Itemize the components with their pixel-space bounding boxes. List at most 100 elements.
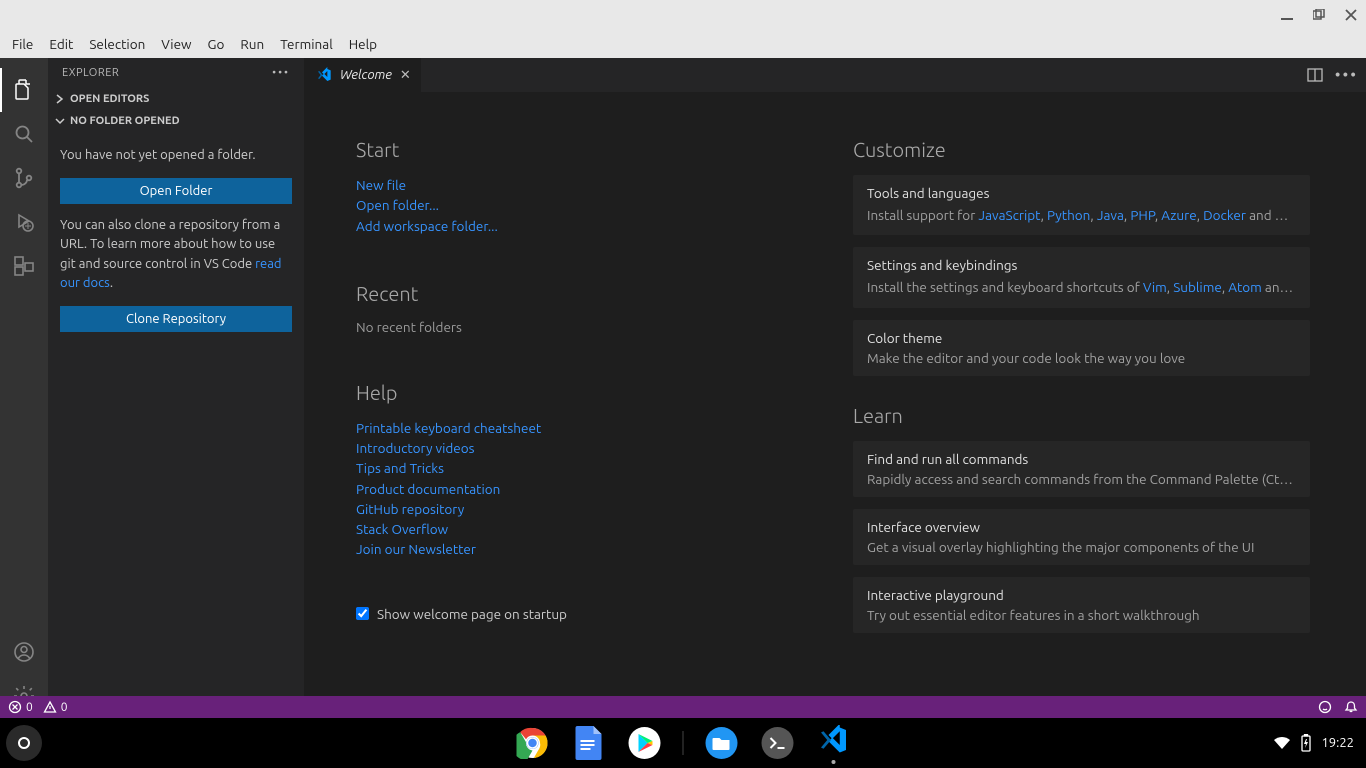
- learn-commands-card[interactable]: Find and run all commands Rapidly access…: [853, 441, 1310, 497]
- chrome-icon[interactable]: [515, 725, 551, 761]
- explorer-sidebar: EXPLORER ••• OPEN EDITORS NO FOLDER OPEN…: [48, 58, 304, 718]
- card-desc: Get a visual overlay highlighting the ma…: [867, 539, 1296, 555]
- card-title: Interface overview: [867, 519, 1296, 535]
- tab-close-icon[interactable]: ✕: [400, 68, 411, 83]
- help-link[interactable]: Stack Overflow: [356, 519, 813, 539]
- card-desc: Install the settings and keyboard shortc…: [867, 277, 1296, 297]
- clone-repository-button[interactable]: Clone Repository: [60, 306, 292, 332]
- source-control-icon[interactable]: [0, 156, 48, 200]
- lang-link[interactable]: PHP: [1130, 207, 1154, 223]
- card-title: Tools and languages: [867, 185, 1296, 201]
- editor-more-icon[interactable]: •••: [1335, 66, 1358, 84]
- show-welcome-checkbox[interactable]: Show welcome page on startup: [356, 606, 813, 622]
- help-link[interactable]: Join our Newsletter: [356, 539, 813, 559]
- status-warnings[interactable]: 0: [43, 700, 68, 714]
- start-add-workspace[interactable]: Add workspace folder...: [356, 216, 813, 236]
- search-icon[interactable]: [0, 112, 48, 156]
- explorer-more-icon[interactable]: •••: [272, 67, 290, 79]
- menu-go[interactable]: Go: [200, 34, 233, 54]
- launcher-icon[interactable]: [6, 725, 42, 761]
- terminal-icon[interactable]: [760, 725, 796, 761]
- split-editor-icon[interactable]: [1307, 67, 1323, 83]
- tab-title: Welcome: [340, 68, 392, 82]
- explorer-icon[interactable]: [0, 68, 48, 112]
- help-heading: Help: [356, 381, 813, 404]
- menu-view[interactable]: View: [153, 34, 199, 54]
- wifi-icon[interactable]: [1273, 736, 1291, 750]
- learn-heading: Learn: [853, 404, 1310, 427]
- recent-heading: Recent: [356, 282, 813, 305]
- card-desc: Make the editor and your code look the w…: [867, 350, 1296, 366]
- taskbar-separator: [683, 731, 684, 755]
- vscode-taskbar-icon[interactable]: [816, 722, 852, 764]
- feedback-icon[interactable]: [1318, 700, 1332, 714]
- os-taskbar: 19:22: [0, 718, 1366, 768]
- open-folder-button[interactable]: Open Folder: [60, 178, 292, 204]
- start-open-folder[interactable]: Open folder...: [356, 195, 813, 215]
- customize-tools-card[interactable]: Tools and languages Install support for …: [853, 175, 1310, 235]
- status-bar: 0 0: [0, 696, 1366, 718]
- customize-heading: Customize: [853, 138, 1310, 161]
- start-heading: Start: [356, 138, 813, 161]
- menu-file[interactable]: File: [4, 34, 41, 54]
- menu-terminal[interactable]: Terminal: [272, 34, 341, 54]
- lang-link[interactable]: Java: [1097, 207, 1124, 223]
- no-folder-message: You have not yet opened a folder.: [60, 146, 292, 166]
- close-icon[interactable]: [1344, 8, 1358, 22]
- card-desc: Rapidly access and search commands from …: [867, 471, 1296, 487]
- no-folder-section[interactable]: NO FOLDER OPENED: [48, 110, 304, 132]
- run-debug-icon[interactable]: [0, 200, 48, 244]
- open-editors-label: OPEN EDITORS: [70, 93, 149, 105]
- maximize-icon[interactable]: [1312, 8, 1326, 22]
- accounts-icon[interactable]: [0, 630, 48, 674]
- minimize-icon[interactable]: [1280, 8, 1294, 22]
- customize-keybindings-card[interactable]: Settings and keybindings Install the set…: [853, 247, 1310, 307]
- battery-icon[interactable]: [1301, 734, 1311, 752]
- bell-icon[interactable]: [1344, 700, 1358, 714]
- card-desc: Install support for JavaScript, Python, …: [867, 205, 1296, 225]
- start-new-file[interactable]: New file: [356, 175, 813, 195]
- recent-none: No recent folders: [356, 319, 813, 335]
- customize-theme-card[interactable]: Color theme Make the editor and your cod…: [853, 320, 1310, 376]
- tab-welcome[interactable]: Welcome ✕: [304, 58, 421, 92]
- menu-bar: File Edit Selection View Go Run Terminal…: [0, 30, 1366, 58]
- help-link[interactable]: Tips and Tricks: [356, 458, 813, 478]
- open-editors-section[interactable]: OPEN EDITORS: [48, 88, 304, 110]
- status-errors[interactable]: 0: [8, 700, 33, 714]
- lang-link[interactable]: JavaScript: [978, 207, 1040, 223]
- show-welcome-label: Show welcome page on startup: [377, 606, 567, 622]
- card-title: Settings and keybindings: [867, 257, 1296, 273]
- menu-edit[interactable]: Edit: [41, 34, 81, 54]
- lang-link[interactable]: Python: [1047, 207, 1090, 223]
- help-link[interactable]: Printable keyboard cheatsheet: [356, 418, 813, 438]
- lang-link[interactable]: Docker: [1203, 207, 1246, 223]
- show-welcome-input[interactable]: [356, 607, 369, 620]
- vscode-tab-icon: [316, 67, 332, 83]
- menu-help[interactable]: Help: [341, 34, 385, 54]
- tab-bar: Welcome ✕ •••: [304, 58, 1366, 92]
- keys-link[interactable]: Atom: [1228, 279, 1262, 295]
- help-link[interactable]: GitHub repository: [356, 499, 813, 519]
- learn-playground-card[interactable]: Interactive playground Try out essential…: [853, 577, 1310, 633]
- window-titlebar: [0, 0, 1366, 30]
- explorer-title: EXPLORER: [62, 67, 119, 79]
- card-title: Color theme: [867, 330, 1296, 346]
- lang-link[interactable]: Azure: [1161, 207, 1196, 223]
- clone-help-text: You can also clone a repository from a U…: [60, 216, 292, 294]
- card-title: Interactive playground: [867, 587, 1296, 603]
- help-link[interactable]: Introductory videos: [356, 438, 813, 458]
- activity-bar: [0, 58, 48, 718]
- play-store-icon[interactable]: [627, 725, 663, 761]
- help-link[interactable]: Product documentation: [356, 479, 813, 499]
- files-icon[interactable]: [704, 725, 740, 761]
- clock[interactable]: 19:22: [1321, 736, 1354, 750]
- menu-selection[interactable]: Selection: [81, 34, 153, 54]
- docs-icon[interactable]: [571, 725, 607, 761]
- keys-link[interactable]: Vim: [1143, 279, 1167, 295]
- keys-link[interactable]: Sublime: [1173, 279, 1222, 295]
- menu-run[interactable]: Run: [232, 34, 272, 54]
- learn-overview-card[interactable]: Interface overview Get a visual overlay …: [853, 509, 1310, 565]
- card-desc: Try out essential editor features in a s…: [867, 607, 1296, 623]
- extensions-icon[interactable]: [0, 244, 48, 288]
- card-title: Find and run all commands: [867, 451, 1296, 467]
